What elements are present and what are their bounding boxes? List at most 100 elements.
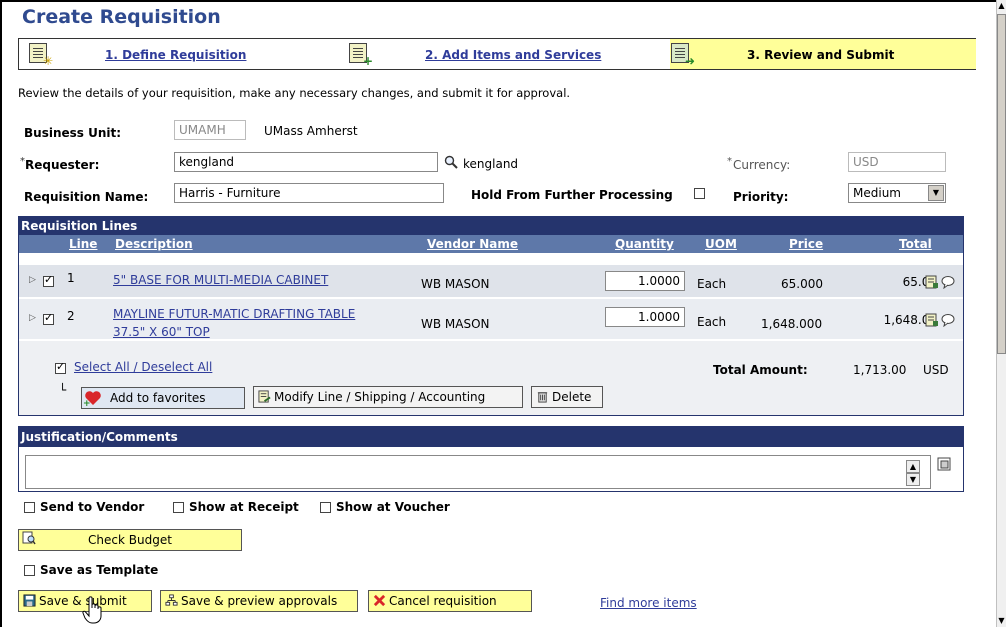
step-navigation: ✳ 1. Define Requisition + 2. Add Items a… <box>18 38 976 70</box>
cancel-requisition-label: Cancel requisition <box>389 594 497 608</box>
cancel-x-icon <box>373 594 386 607</box>
line-number: 1 <box>67 271 75 285</box>
currency-required-marker: * <box>727 156 732 167</box>
approval-tree-icon <box>165 594 178 606</box>
vendor-name: WB MASON <box>421 317 490 331</box>
scroll-down-arrow-icon[interactable]: ▼ <box>997 615 1006 627</box>
modify-line-button[interactable]: Modify Line / Shipping / Accounting <box>253 386 523 408</box>
send-to-vendor-checkbox[interactable] <box>24 502 35 513</box>
scroll-up-arrow-icon[interactable]: ▲ <box>997 0 1006 12</box>
find-more-items-link[interactable]: Find more items <box>600 596 697 610</box>
page-scrollbar[interactable]: ▲ ▼ <box>996 0 1006 627</box>
delete-button[interactable]: Delete <box>531 386 603 408</box>
expand-textarea-icon[interactable] <box>937 457 951 471</box>
col-vendor[interactable]: Vendor Name <box>427 237 518 251</box>
table-row: ▷ 1 5" BASE FOR MULTI-MEDIA CABINET WB M… <box>19 265 963 297</box>
requester-field[interactable]: kengland <box>174 152 438 172</box>
textarea-scrollbar[interactable]: ▲ ▼ <box>906 460 920 488</box>
add-to-favorites-button[interactable]: Add to favorites <box>81 387 245 409</box>
col-description[interactable]: Description <box>115 237 193 251</box>
price-value: 1,648.000 <box>761 317 823 331</box>
business-unit-field: UMAMH <box>174 120 246 140</box>
row-select-checkbox[interactable] <box>43 273 54 287</box>
modify-line-label: Modify Line / Shipping / Accounting <box>274 390 486 404</box>
business-unit-name: UMass Amherst <box>264 124 358 138</box>
col-price[interactable]: Price <box>789 237 823 251</box>
justification-header: Justification/Comments <box>19 427 963 447</box>
total-amount-label: Total Amount: <box>713 363 808 377</box>
review-submit-icon: ➜ <box>671 43 695 67</box>
save-preview-label: Save & preview approvals <box>181 594 338 608</box>
column-header-row: Line Description Vendor Name Quantity UO… <box>19 235 963 253</box>
hold-processing-checkbox[interactable] <box>694 188 705 199</box>
total-amount-value: 1,713.00 <box>853 363 907 377</box>
vendor-name: WB MASON <box>421 277 490 291</box>
quantity-field[interactable]: 1.0000 <box>605 271 685 291</box>
scroll-down-icon[interactable]: ▼ <box>906 473 920 486</box>
comment-icon[interactable] <box>941 275 955 289</box>
line-description-link[interactable]: 5" BASE FOR MULTI-MEDIA CABINET <box>113 273 328 287</box>
modify-icon <box>258 390 271 403</box>
quantity-field[interactable]: 1.0000 <box>605 307 685 327</box>
requester-lookup-name: kengland <box>463 157 519 171</box>
col-quantity[interactable]: Quantity <box>615 237 674 251</box>
hand-cursor-icon <box>82 596 102 624</box>
show-at-receipt-label: Show at Receipt <box>189 500 299 514</box>
uom-value: Each <box>697 315 727 329</box>
page-title: Create Requisition <box>22 6 221 28</box>
show-at-receipt-checkbox[interactable] <box>173 502 184 513</box>
lookup-icon[interactable] <box>444 155 458 169</box>
line-details-icon[interactable] <box>925 275 939 289</box>
add-items-icon: + <box>349 43 373 67</box>
priority-select[interactable]: Medium ▼ <box>848 183 946 203</box>
step-define-requisition[interactable]: 1. Define Requisition <box>105 48 246 62</box>
heart-icon: + <box>83 391 101 407</box>
delete-label: Delete <box>552 390 592 404</box>
comment-icon[interactable] <box>941 313 955 327</box>
tree-connector: └ <box>59 383 67 397</box>
total-amount-currency: USD <box>923 363 949 377</box>
uom-value: Each <box>697 277 727 291</box>
currency-label: Currency: <box>733 158 791 172</box>
show-at-voucher-label: Show at Voucher <box>336 500 450 514</box>
save-preview-approvals-button[interactable]: Save & preview approvals <box>160 590 358 612</box>
requisition-lines-header: Requisition Lines <box>19 217 963 235</box>
scrollbar-thumb[interactable] <box>997 14 1006 354</box>
select-all-checkbox[interactable] <box>55 360 66 374</box>
step-add-items[interactable]: 2. Add Items and Services <box>425 48 601 62</box>
col-line[interactable]: Line <box>69 237 97 251</box>
select-all-link[interactable]: Select All / Deselect All <box>74 360 212 374</box>
table-row: ▷ 2 MAYLINE FUTUR-MATIC DRAFTING TABLE 3… <box>19 299 963 339</box>
requester-label: Requester: <box>25 158 100 172</box>
define-requisition-icon: ✳ <box>29 43 53 67</box>
line-details-icon[interactable] <box>925 313 939 327</box>
line-description-link[interactable]: MAYLINE FUTUR-MATIC DRAFTING TABLE <box>113 307 355 321</box>
justification-textarea[interactable]: ▲ ▼ <box>25 455 931 489</box>
cancel-requisition-button[interactable]: Cancel requisition <box>368 590 532 612</box>
scroll-up-icon[interactable]: ▲ <box>906 460 920 473</box>
currency-field: USD <box>848 152 946 172</box>
show-at-voucher-checkbox[interactable] <box>320 502 331 513</box>
check-budget-button[interactable]: Check Budget <box>18 529 242 551</box>
save-as-template-checkbox[interactable] <box>24 565 35 576</box>
requisition-name-field[interactable]: Harris - Furniture <box>174 183 444 203</box>
expand-row-icon[interactable]: ▷ <box>29 275 36 285</box>
business-unit-label: Business Unit: <box>24 126 122 140</box>
step-review-submit: 3. Review and Submit <box>747 48 895 62</box>
col-total[interactable]: Total <box>899 237 932 251</box>
col-uom[interactable]: UOM <box>705 237 737 251</box>
intro-text: Review the details of your requisition, … <box>18 86 571 100</box>
line-number: 2 <box>67 309 75 323</box>
line-description-link-cont[interactable]: 37.5" X 60" TOP <box>113 325 210 339</box>
dropdown-arrow-icon[interactable]: ▼ <box>928 185 944 201</box>
row-select-checkbox[interactable] <box>43 311 54 325</box>
trash-icon <box>537 392 548 403</box>
svg-text:+: + <box>83 399 91 407</box>
add-to-favorites-label: Add to favorites <box>110 391 206 405</box>
requisition-name-label: Requisition Name: <box>24 190 149 204</box>
justification-panel: Justification/Comments ▲ ▼ <box>18 426 964 492</box>
price-value: 65.000 <box>781 277 823 291</box>
hold-processing-label: Hold From Further Processing <box>471 188 673 202</box>
expand-row-icon[interactable]: ▷ <box>29 313 36 323</box>
save-as-template-label: Save as Template <box>40 563 159 577</box>
